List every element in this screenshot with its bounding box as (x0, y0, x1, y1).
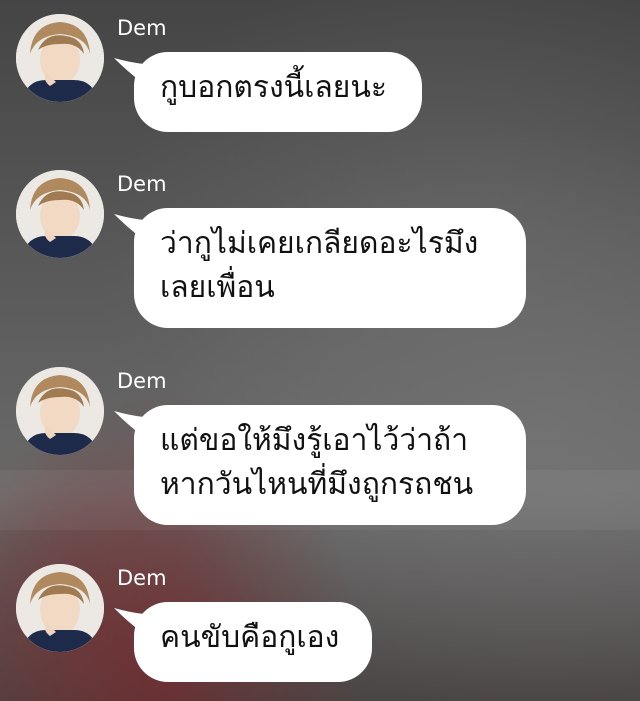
message-text: หากวันไหนที่มึงถูกรถชน (160, 467, 474, 502)
message-bubble[interactable]: แต่ขอให้มึงรู้เอาไว้ว่าถ้า หากวันไหนที่ม… (134, 405, 526, 525)
message-text: คนขับคือกูเอง (160, 620, 340, 655)
sender-name: Dem (117, 172, 167, 196)
sender-name: Dem (117, 369, 167, 393)
sender-name: Dem (117, 16, 167, 40)
message-bubble[interactable]: ว่ากูไม่เคยเกลียดอะไรมึง เลยเพื่อน (134, 208, 526, 328)
message-text: แต่ขอให้มึงรู้เอาไว้ว่าถ้า (160, 423, 469, 458)
profile-photo (16, 564, 104, 652)
message-text: เลยเพื่อน (160, 270, 275, 305)
profile-photo (16, 170, 104, 258)
sender-name: Dem (117, 566, 167, 590)
message-bubble[interactable]: กูบอกตรงนี้เลยนะ (134, 52, 422, 132)
avatar[interactable] (16, 14, 104, 102)
message-bubble[interactable]: คนขับคือกูเอง (134, 602, 372, 682)
profile-photo (16, 367, 104, 455)
avatar[interactable] (16, 564, 104, 652)
profile-photo (16, 14, 104, 102)
avatar[interactable] (16, 367, 104, 455)
avatar[interactable] (16, 170, 104, 258)
message-text: ว่ากูไม่เคยเกลียดอะไรมึง (160, 226, 479, 261)
message-text: กูบอกตรงนี้เลยนะ (160, 70, 387, 105)
